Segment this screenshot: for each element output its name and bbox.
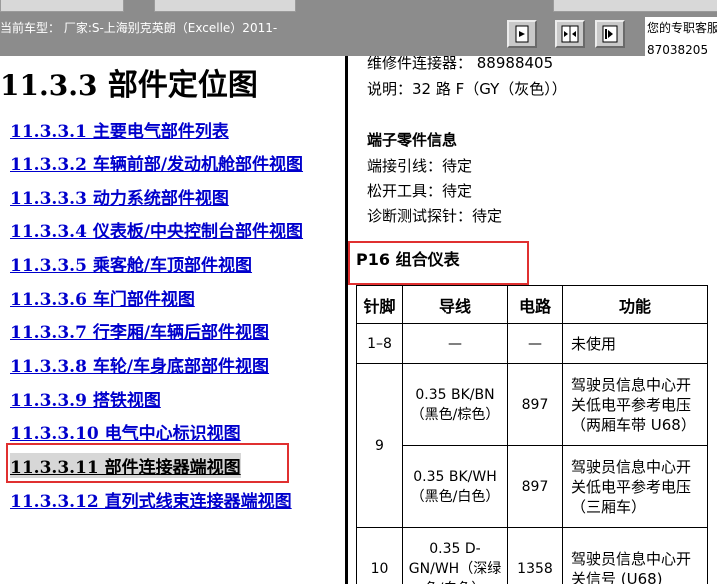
- toc-panel: 11.3.3 部件定位图 11.3.3.1 主要电气部件列表 11.3.3.2 …: [0, 56, 345, 584]
- toc-link[interactable]: 11.3.3.8 车轮/车身底部部件视图: [10, 352, 269, 377]
- toc-link[interactable]: 11.3.3.2 车辆前部/发动机舱部件视图: [10, 150, 303, 175]
- current-vehicle-label: 当前车型： 厂家:S-上海别克英朗（Excelle）2011-: [0, 21, 278, 35]
- table-row: 10 0.35 D-GN/WH（深绿色/白色） 1358 驾驶员信息中心开关信号…: [356, 527, 708, 584]
- bookmark-icon: [515, 25, 529, 43]
- pin-table: 针脚 导线 电路 功能 1–8 — — 未使用 9 0.35 BK/BN（黑色/…: [356, 285, 708, 584]
- pin-cell: 1–8: [356, 323, 403, 364]
- toc-link[interactable]: 11.3.3.12 直列式线束连接器端视图: [10, 487, 292, 512]
- content-panel: 维修件连接器： 88988405 说明：32 路 F（GY（灰色）） 端子零件信…: [348, 56, 717, 584]
- toc-link[interactable]: 11.3.3.5 乘客舱/车顶部件视图: [10, 251, 252, 276]
- toc-link[interactable]: 11.3.3.4 仪表板/中央控制台部件视图: [10, 217, 303, 242]
- column-header: 功能: [562, 285, 708, 324]
- toc-link[interactable]: 11.3.3.3 动力系统部件视图: [10, 184, 229, 209]
- toc-link[interactable]: 11.3.3.10 电气中心标识视图: [10, 419, 241, 444]
- page-title: 11.3.3 部件定位图: [0, 60, 258, 104]
- diagnostic-probe-text: 诊断测试探针：待定: [367, 207, 503, 225]
- top-toolbar: 当前车型： 厂家:S-上海别克英朗（Excelle）2011- 您的专职客服 8…: [0, 0, 717, 59]
- customer-service-label: 您的专职客服: [647, 21, 717, 35]
- customer-service-info: 您的专职客服 87038205: [645, 17, 717, 59]
- release-tool-text: 松开工具：待定: [367, 182, 473, 200]
- next-page-button[interactable]: [595, 20, 625, 48]
- split-view-icon: [561, 25, 579, 43]
- section-title: 部件定位图: [107, 68, 258, 103]
- circuit-cell: —: [507, 323, 563, 364]
- description-text: 说明：32 路 F（GY（灰色））: [367, 80, 567, 98]
- toolbar-strip: [0, 0, 124, 12]
- toolbar-strip: [154, 0, 296, 12]
- column-header: 导线: [402, 285, 508, 324]
- toc-link[interactable]: 11.3.3.7 行李厢/车辆后部件视图: [10, 318, 269, 343]
- bookmark-button[interactable]: [507, 20, 537, 48]
- function-cell: 未使用: [562, 323, 708, 364]
- column-header: 电路: [507, 285, 563, 324]
- terminal-lead-text: 端接引线：待定: [367, 157, 473, 175]
- wire-cell: 0.35 D-GN/WH（深绿色/白色）: [402, 527, 508, 584]
- wire-cell: 0.35 BK/WH（黑色/白色）: [402, 445, 508, 528]
- split-view-button[interactable]: [555, 20, 585, 48]
- repair-connector-text: 维修件连接器： 88988405: [367, 56, 554, 72]
- highlight-box: [348, 241, 529, 285]
- wire-cell: 0.35 BK/BN（黑色/棕色）: [402, 363, 508, 446]
- circuit-cell: 1358: [507, 527, 563, 584]
- toc-link[interactable]: 11.3.3.1 主要电气部件列表: [10, 117, 229, 142]
- next-page-icon: [602, 25, 618, 43]
- table-row: 0.35 BK/WH（黑色/白色） 897 驾驶员信息中心开关低电平参考电压（三…: [357, 445, 708, 528]
- section-number: 11.3.3: [0, 69, 98, 102]
- toolbar-strip: [553, 0, 717, 12]
- table-row: 1–8 — — 未使用: [356, 323, 708, 364]
- column-header: 针脚: [356, 285, 403, 324]
- table-header-row: 针脚 导线 电路 功能: [356, 285, 708, 324]
- function-cell: 驾驶员信息中心开关信号 (U68): [562, 527, 708, 584]
- wire-cell: —: [402, 323, 508, 364]
- circuit-cell: 897: [507, 363, 563, 446]
- function-cell: 驾驶员信息中心开关低电平参考电压（两厢车带 U68）: [562, 363, 708, 446]
- highlight-box: [6, 443, 289, 483]
- table-row: 9 0.35 BK/BN（黑色/棕色） 897 驾驶员信息中心开关低电平参考电压…: [356, 363, 708, 528]
- pin-cell: 9: [356, 363, 403, 528]
- terminal-info-heading: 端子零件信息: [367, 131, 458, 149]
- toc-link[interactable]: 11.3.3.6 车门部件视图: [10, 285, 195, 310]
- circuit-cell: 897: [507, 445, 563, 528]
- pin-cell: 10: [356, 527, 403, 584]
- function-cell: 驾驶员信息中心开关低电平参考电压（三厢车）: [562, 445, 708, 528]
- toc-link[interactable]: 11.3.3.9 搭铁视图: [10, 386, 161, 411]
